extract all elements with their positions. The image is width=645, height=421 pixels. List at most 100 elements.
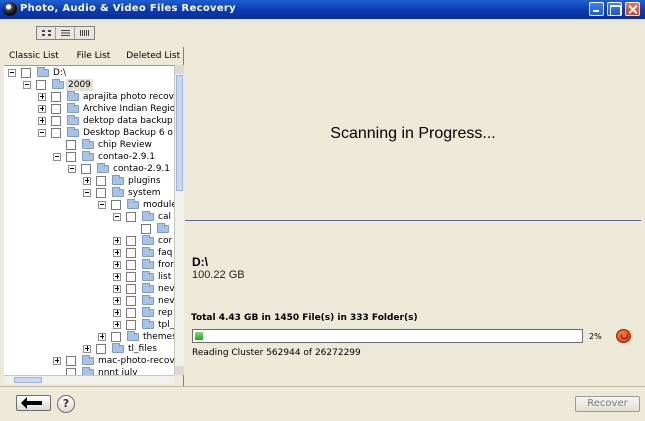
tree-vertical-scrollbar[interactable] (174, 65, 184, 375)
node-checkbox[interactable] (126, 236, 136, 246)
tree-node[interactable]: nev (4, 295, 174, 307)
tab-file-list[interactable]: File List (64, 47, 124, 64)
tree-node[interactable]: aprajita photo recove (4, 91, 174, 103)
tree-node[interactable]: system (4, 187, 174, 199)
node-checkbox[interactable] (126, 260, 136, 270)
expand-icon[interactable] (83, 345, 91, 353)
tree-node[interactable]: cal (4, 211, 174, 223)
tree-node[interactable]: tl_files (4, 343, 174, 355)
tab-deleted-list[interactable]: Deleted List (123, 47, 183, 64)
node-checkbox[interactable] (126, 248, 136, 258)
expand-icon[interactable] (83, 177, 91, 185)
expand-icon[interactable] (113, 273, 121, 281)
collapse-icon[interactable] (38, 129, 46, 137)
tree-node-label: system (128, 188, 161, 198)
tree-node[interactable]: cor (4, 235, 174, 247)
view-list-button[interactable] (56, 27, 75, 39)
expand-icon[interactable] (113, 309, 121, 317)
node-checkbox[interactable] (66, 356, 76, 366)
node-checkbox[interactable] (126, 272, 136, 282)
tree-node[interactable]: nnnt july (4, 367, 174, 375)
tree-node[interactable]: list (4, 271, 174, 283)
node-checkbox[interactable] (51, 92, 61, 102)
node-checkbox[interactable] (96, 176, 106, 186)
node-checkbox[interactable] (126, 320, 136, 330)
tab-classic-list[interactable]: Classic List (4, 47, 64, 64)
node-checkbox[interactable] (81, 164, 91, 174)
collapse-icon[interactable] (113, 213, 121, 221)
node-checkbox[interactable] (126, 284, 136, 294)
view-mode-switcher (36, 26, 95, 40)
node-checkbox[interactable] (51, 116, 61, 126)
node-checkbox[interactable] (66, 152, 76, 162)
scroll-up-arrow-icon[interactable] (175, 65, 184, 74)
expand-icon[interactable] (113, 249, 121, 257)
scroll-down-arrow-icon[interactable] (175, 366, 184, 375)
tree-node-label: Desktop Backup 6 o (83, 128, 173, 138)
node-checkbox[interactable] (126, 212, 136, 222)
node-checkbox[interactable] (126, 308, 136, 318)
collapse-icon[interactable] (83, 189, 91, 197)
expand-icon[interactable] (113, 285, 121, 293)
node-checkbox[interactable] (66, 140, 76, 150)
collapse-icon[interactable] (23, 81, 31, 89)
node-checkbox[interactable] (126, 296, 136, 306)
folder-icon (142, 235, 154, 245)
tree-node-label: 2009 (66, 79, 93, 91)
tree-node[interactable]: chip Review (4, 139, 174, 151)
back-button[interactable] (16, 395, 51, 411)
help-button[interactable]: ? (57, 395, 75, 413)
tree-node[interactable] (4, 223, 174, 235)
tree-node[interactable]: 2009 (4, 79, 174, 91)
node-checkbox[interactable] (66, 368, 76, 375)
expand-icon[interactable] (113, 297, 121, 305)
tree-node[interactable]: mac-photo-recove (4, 355, 174, 367)
tree-node[interactable]: D:\ (4, 67, 174, 79)
node-checkbox[interactable] (96, 188, 106, 198)
collapse-icon[interactable] (68, 165, 76, 173)
recover-button[interactable]: Recover (575, 396, 640, 412)
expand-icon[interactable] (38, 93, 46, 101)
view-thumbnails-button[interactable] (37, 27, 56, 39)
node-checkbox[interactable] (111, 332, 121, 342)
node-checkbox[interactable] (51, 104, 61, 114)
maximize-button[interactable] (607, 2, 622, 16)
node-checkbox[interactable] (51, 128, 61, 138)
expand-icon[interactable] (38, 117, 46, 125)
tree-node[interactable]: nev (4, 283, 174, 295)
tree-node[interactable]: Desktop Backup 6 o (4, 127, 174, 139)
minimize-button[interactable] (589, 2, 604, 16)
tree-node[interactable]: contao-2.9.1 (4, 163, 174, 175)
stop-scan-button[interactable] (616, 329, 631, 343)
node-checkbox[interactable] (96, 344, 106, 354)
collapse-icon[interactable] (98, 201, 106, 209)
scroll-thumb[interactable] (176, 75, 183, 191)
collapse-icon[interactable] (8, 69, 16, 77)
tree-node[interactable]: rep (4, 307, 174, 319)
view-details-button[interactable] (75, 27, 94, 39)
tree-node[interactable]: themes (4, 331, 174, 343)
tree-node[interactable]: fror (4, 259, 174, 271)
tree-node[interactable]: module (4, 199, 174, 211)
tree-node[interactable]: faq (4, 247, 174, 259)
node-checkbox[interactable] (36, 80, 46, 90)
tree-node[interactable]: tpl_ (4, 319, 174, 331)
expand-icon[interactable] (53, 357, 61, 365)
tree-node[interactable]: Archive Indian Regio (4, 103, 174, 115)
tree-horizontal-scrollbar[interactable] (4, 375, 174, 384)
expand-icon[interactable] (113, 261, 121, 269)
node-checkbox[interactable] (141, 224, 151, 234)
node-checkbox[interactable] (111, 200, 121, 210)
node-checkbox[interactable] (21, 68, 31, 78)
tree-node[interactable]: dektop data backup (4, 115, 174, 127)
expand-icon[interactable] (98, 333, 106, 341)
expand-icon[interactable] (113, 237, 121, 245)
tree-node[interactable]: contao-2.9.1 (4, 151, 174, 163)
close-button[interactable] (625, 2, 640, 16)
expand-icon[interactable] (113, 321, 121, 329)
hscroll-thumb[interactable] (14, 377, 42, 383)
expand-icon[interactable] (38, 105, 46, 113)
collapse-icon[interactable] (53, 153, 61, 161)
folder-tree[interactable]: D:\ 2009 aprajita photo recove Archive Indi… (4, 65, 174, 375)
tree-node[interactable]: plugins (4, 175, 174, 187)
